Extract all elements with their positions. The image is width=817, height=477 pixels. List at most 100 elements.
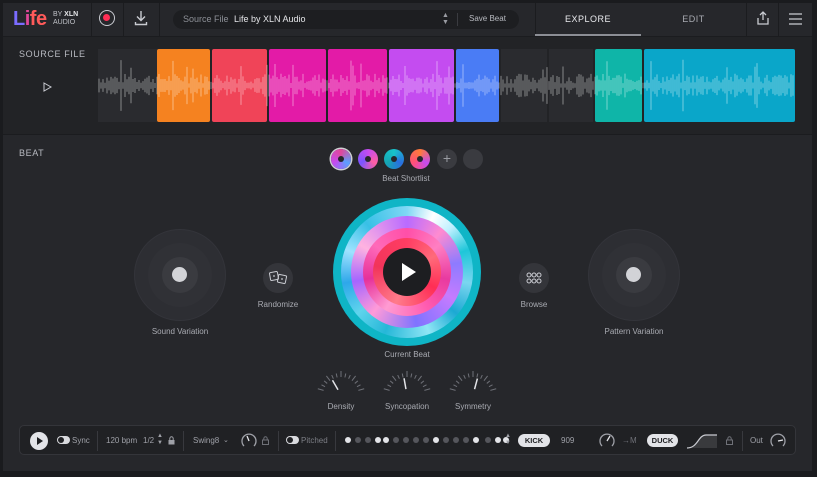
- xln-audio-brand: BY XLN AUDIO: [53, 11, 79, 26]
- play-preview-icon[interactable]: [43, 82, 52, 92]
- shortlist-beat-4[interactable]: [410, 149, 430, 169]
- source-file-panel: SOURCE FILE: [3, 37, 812, 135]
- browse-label: Browse: [520, 300, 548, 309]
- source-file-selector[interactable]: Source File Life by XLN Audio ▲ ▼ Save Be…: [173, 10, 519, 29]
- record-button[interactable]: [99, 10, 115, 26]
- division-stepper-icon[interactable]: ▲ ▼: [157, 433, 163, 447]
- send-m-label[interactable]: →M: [622, 436, 637, 445]
- divider: [335, 431, 336, 451]
- shortlist-beat-2[interactable]: [358, 149, 378, 169]
- duck-button[interactable]: DUCK: [647, 434, 678, 447]
- divider: [278, 431, 279, 451]
- syncopation-dial[interactable]: [380, 367, 434, 397]
- divider: [91, 3, 92, 36]
- sound-variation-pad[interactable]: [134, 229, 226, 321]
- pitched-toggle[interactable]: [286, 436, 299, 444]
- lock-icon[interactable]: [262, 436, 269, 445]
- step-2[interactable]: [355, 437, 361, 443]
- step-6[interactable]: [393, 437, 399, 443]
- beat-title: BEAT: [19, 148, 45, 158]
- divider: [97, 431, 98, 451]
- divider: [742, 431, 743, 451]
- transport-play-button[interactable]: [30, 432, 48, 450]
- plus-icon: +: [442, 150, 452, 166]
- tab-edit[interactable]: EDIT: [641, 3, 746, 36]
- current-beat-label: Current Beat: [384, 350, 430, 359]
- step-1[interactable]: [345, 437, 351, 443]
- beat-shortlist-label: Beat Shortlist: [382, 174, 430, 183]
- kick-selector[interactable]: KICK: [518, 434, 550, 447]
- output-knob[interactable]: [769, 432, 787, 450]
- level-knob[interactable]: [598, 432, 616, 450]
- duck-curve-icon[interactable]: [686, 432, 718, 450]
- swing-selector[interactable]: Swing8: [193, 436, 219, 445]
- transport-bar: Sync 120 bpm 1/2 ▲ ▼ Swing8 ⌄ Pitched ▲ ▼ …: [19, 425, 796, 455]
- save-beat-button[interactable]: Save Beat: [469, 14, 506, 23]
- step-10[interactable]: [433, 437, 439, 443]
- pattern-variation-pad[interactable]: [588, 229, 680, 321]
- randomize-button[interactable]: [263, 263, 293, 293]
- sync-label: Sync: [72, 436, 90, 445]
- swing-knob[interactable]: [240, 432, 258, 450]
- dice-icon: [269, 271, 288, 285]
- divider: [183, 431, 184, 451]
- waveform[interactable]: [98, 49, 795, 122]
- lock-icon[interactable]: [168, 436, 175, 445]
- add-to-shortlist-button[interactable]: +: [437, 149, 457, 169]
- step-15[interactable]: [485, 437, 491, 443]
- step-13[interactable]: [463, 437, 469, 443]
- step-3[interactable]: [365, 437, 371, 443]
- tempo-value[interactable]: 120 bpm: [106, 436, 137, 445]
- shortlist-beat-3[interactable]: [384, 149, 404, 169]
- step-14[interactable]: [473, 437, 479, 443]
- step-16[interactable]: [495, 437, 501, 443]
- grid-icon: [526, 272, 542, 284]
- step-9[interactable]: [423, 437, 429, 443]
- step-4[interactable]: [375, 437, 381, 443]
- kit-value[interactable]: 909: [561, 436, 574, 445]
- life-logo: Life: [13, 8, 47, 30]
- sound-variation-label: Sound Variation: [151, 327, 209, 336]
- step-5[interactable]: [383, 437, 389, 443]
- shortlist-empty-slot[interactable]: [463, 149, 483, 169]
- division-value[interactable]: 1/2: [143, 436, 154, 445]
- download-icon[interactable]: [134, 10, 148, 26]
- symmetry-label: Symmetry: [455, 402, 491, 411]
- play-icon: [37, 437, 43, 445]
- divider: [746, 3, 747, 36]
- density-dial[interactable]: [314, 367, 368, 397]
- shortlist-beat-1[interactable]: [331, 149, 351, 169]
- menu-icon[interactable]: [789, 13, 802, 25]
- pitched-label: Pitched: [301, 436, 328, 445]
- out-label: Out: [750, 436, 763, 445]
- step-8[interactable]: [413, 437, 419, 443]
- top-bar: Life BY XLN AUDIO Source File Life by XL…: [3, 3, 812, 37]
- play-button[interactable]: [383, 248, 431, 296]
- sync-toggle[interactable]: [57, 436, 70, 444]
- up-down-arrows-icon[interactable]: ▲ ▼: [442, 12, 449, 26]
- chevron-down-icon[interactable]: ⌄: [223, 436, 229, 444]
- divider: [457, 13, 458, 26]
- source-file-value[interactable]: Life by XLN Audio: [234, 14, 306, 24]
- sound-variation-handle[interactable]: [172, 267, 187, 282]
- step-11[interactable]: [443, 437, 449, 443]
- step-stepper-icon[interactable]: ▲ ▼: [505, 433, 511, 447]
- source-file-label: Source File: [183, 14, 229, 24]
- play-icon: [402, 263, 416, 281]
- current-beat-disc[interactable]: [333, 198, 481, 346]
- step-7[interactable]: [403, 437, 409, 443]
- source-file-title: SOURCE FILE: [19, 49, 86, 59]
- divider: [778, 3, 779, 36]
- tab-explore[interactable]: EXPLORE: [535, 3, 641, 36]
- share-icon[interactable]: [757, 11, 769, 25]
- divider: [123, 3, 124, 36]
- browse-button[interactable]: [519, 263, 549, 293]
- beat-panel: BEAT + Beat Shortlist Sound Variation Ra…: [3, 135, 812, 421]
- lock-icon[interactable]: [726, 436, 733, 445]
- app-window: Life BY XLN AUDIO Source File Life by XL…: [3, 3, 812, 471]
- pattern-variation-handle[interactable]: [626, 267, 641, 282]
- divider: [159, 3, 160, 36]
- pattern-variation-label: Pattern Variation: [604, 327, 664, 336]
- symmetry-dial[interactable]: [446, 367, 500, 397]
- step-12[interactable]: [453, 437, 459, 443]
